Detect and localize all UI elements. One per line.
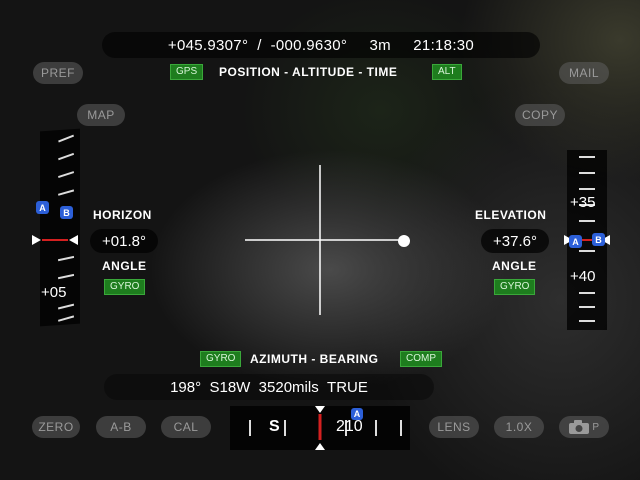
compass-tick <box>249 420 251 436</box>
elevation-tick <box>579 292 595 294</box>
horizon-angle-value: +01.8° <box>90 229 158 253</box>
bearing-degrees: 198° <box>170 378 202 396</box>
zero-button[interactable]: ZERO <box>32 416 80 438</box>
horizon-tick <box>58 134 74 143</box>
horizon-title: HORIZON <box>93 208 152 222</box>
compass-marker-a[interactable]: A <box>351 408 363 420</box>
crosshair <box>245 165 410 315</box>
horizon-tick <box>58 189 74 196</box>
horizon-tick <box>57 255 75 261</box>
horizon-level-indicator <box>32 235 78 245</box>
elevation-title: ELEVATION <box>475 208 547 222</box>
compass-strip[interactable]: S 210 A <box>230 406 410 450</box>
photo-mode-label: P <box>592 421 600 433</box>
elevation-tick <box>579 220 595 222</box>
compass-heading-label: S <box>269 418 280 435</box>
gps-tag[interactable]: GPS <box>170 64 204 80</box>
pref-button[interactable]: PREF <box>33 62 83 84</box>
latitude-value: +045.9307° <box>167 36 249 54</box>
longitude-value: -000.9630° <box>270 36 348 54</box>
map-button[interactable]: MAP <box>77 104 125 126</box>
horizon-gyro-tag[interactable]: GYRO <box>104 279 146 295</box>
lens-button[interactable]: LENS <box>429 416 479 438</box>
elevation-tick <box>579 156 595 158</box>
horizon-marker-b[interactable]: B <box>60 206 73 219</box>
cal-button[interactable]: CAL <box>161 416 211 438</box>
bearing-reference: TRUE <box>327 378 368 396</box>
elevation-scale-label-35: +35 <box>570 194 596 211</box>
horizon-scale-label: +05 <box>41 284 67 301</box>
horizon-tick <box>58 171 74 178</box>
elevation-marker-b[interactable]: B <box>592 233 605 246</box>
compass-heading-indicator <box>315 406 325 450</box>
camera-icon <box>569 420 590 434</box>
horizon-tick <box>58 152 74 160</box>
elevation-tick <box>579 172 595 174</box>
elevation-gyro-tag[interactable]: GYRO <box>494 279 536 295</box>
mail-button[interactable]: MAIL <box>559 62 609 84</box>
compass-degree-label: 210 <box>336 418 363 435</box>
compass-tick <box>284 420 286 436</box>
alt-tag[interactable]: ALT <box>432 64 462 80</box>
bearing-readout: 198° S18W 3520mils TRUE <box>104 374 434 400</box>
elevation-tick <box>579 320 595 322</box>
elevation-tick <box>579 250 595 252</box>
horizon-angle-label: ANGLE <box>102 259 147 273</box>
elevation-angle-label: ANGLE <box>492 259 537 273</box>
copy-button[interactable]: COPY <box>515 104 565 126</box>
azimuth-gyro-tag[interactable]: GYRO <box>200 351 242 367</box>
compass-tick <box>375 420 377 436</box>
elevation-marker-a[interactable]: A <box>569 235 582 248</box>
azimuth-title: AZIMUTH - BEARING <box>250 352 379 366</box>
time-value: 21:18:30 <box>413 36 475 54</box>
position-readout: +045.9307° / -000.9630° 3m 21:18:30 <box>102 32 540 58</box>
azimuth-comp-tag[interactable]: COMP <box>400 351 442 367</box>
horizon-tick <box>57 303 75 310</box>
elevation-angle-value: +37.6° <box>481 229 549 253</box>
zoom-button[interactable]: 1.0X <box>494 416 544 438</box>
altitude-value: 3m <box>369 36 391 54</box>
elevation-tick <box>579 188 595 190</box>
elevation-tick <box>579 306 595 308</box>
compass-tick <box>400 420 402 436</box>
bearing-mils: 3520mils <box>258 378 319 396</box>
bearing-cardinal: S18W <box>209 378 251 396</box>
horizon-tick <box>57 273 75 279</box>
horizon-marker-a[interactable]: A <box>36 201 49 214</box>
ab-button[interactable]: A-B <box>96 416 146 438</box>
position-title: POSITION - ALTITUDE - TIME <box>219 65 398 79</box>
camera-button[interactable]: P <box>559 416 609 438</box>
horizon-tick <box>58 315 74 322</box>
elevation-scale-label-40: +40 <box>570 268 596 285</box>
